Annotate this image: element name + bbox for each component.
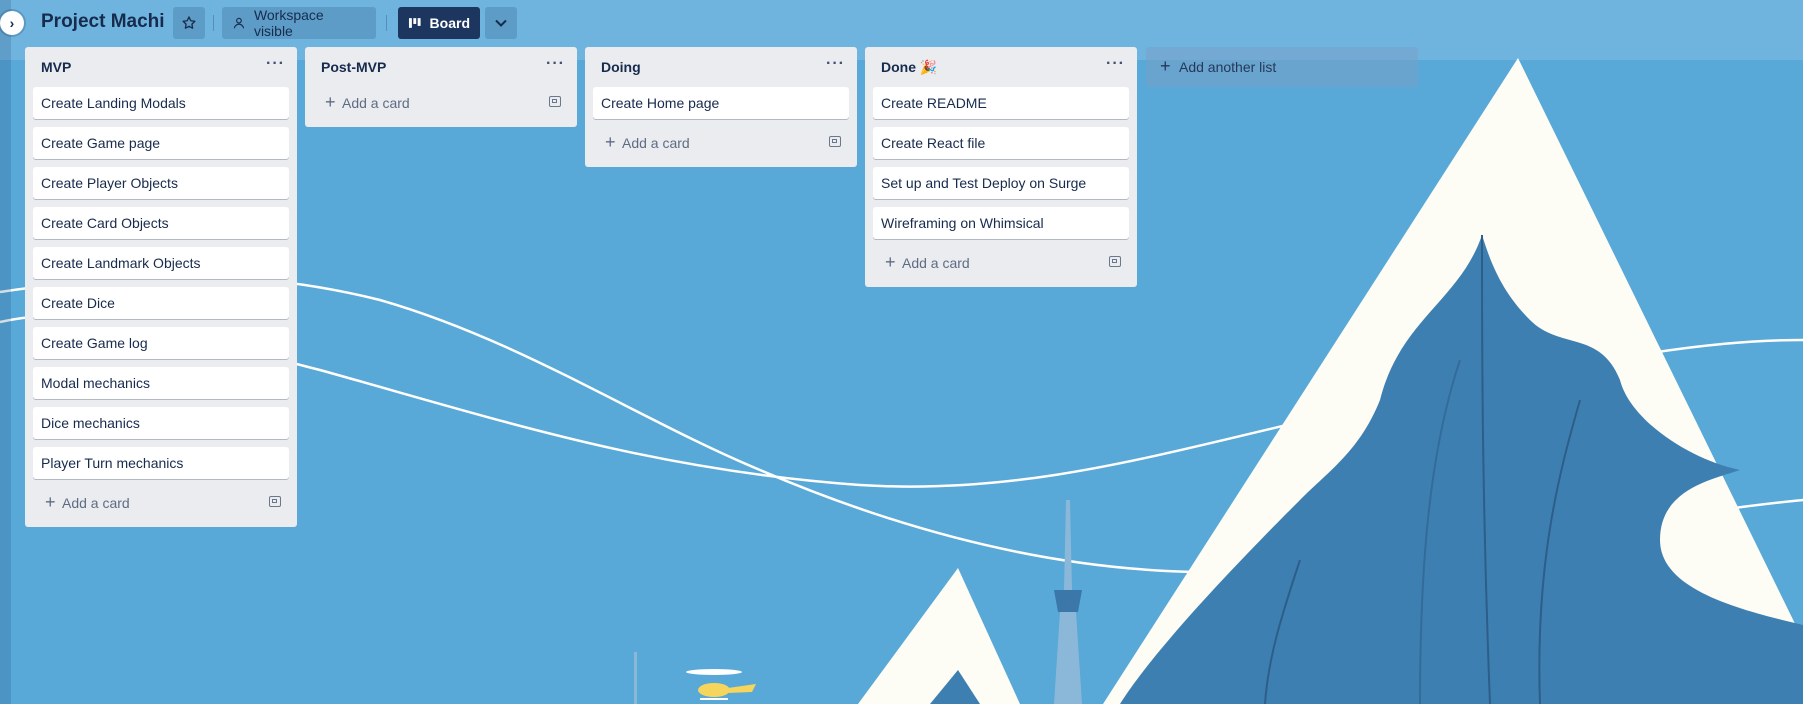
add-another-list-button[interactable]: + Add another list	[1146, 47, 1418, 87]
card[interactable]: Dice mechanics	[33, 407, 289, 439]
add-list-label: Add another list	[1179, 59, 1277, 75]
list-done: Done 🎉 ··· Create README Create React fi…	[865, 47, 1137, 287]
visibility-button[interactable]: Workspace visible	[222, 7, 376, 39]
card[interactable]: Create Home page	[593, 87, 849, 119]
card[interactable]: Create Dice	[33, 287, 289, 319]
card[interactable]: Create Player Objects	[33, 167, 289, 199]
card[interactable]: Wireframing on Whimsical	[873, 207, 1129, 239]
board-view-button[interactable]: Board	[398, 7, 480, 39]
list-title[interactable]: Doing	[601, 59, 641, 75]
card[interactable]: Modal mechanics	[33, 367, 289, 399]
list-title[interactable]: Post-MVP	[321, 59, 386, 75]
card[interactable]: Create Game log	[33, 327, 289, 359]
star-icon	[182, 16, 196, 29]
add-card-label: Add a card	[622, 135, 690, 151]
header-divider	[213, 15, 214, 31]
list-doing: Doing ··· Create Home page + Add a card	[585, 47, 857, 167]
list-menu-icon[interactable]: ···	[826, 55, 845, 73]
list-header: Done 🎉 ···	[865, 47, 1137, 87]
card[interactable]: Player Turn mechanics	[33, 447, 289, 479]
add-card-label: Add a card	[902, 255, 970, 271]
visibility-label: Workspace visible	[253, 7, 324, 39]
card-template-icon[interactable]	[1109, 256, 1121, 267]
list-header: MVP ···	[25, 47, 297, 87]
add-card-button[interactable]: + Add a card	[593, 127, 849, 159]
plus-icon: +	[45, 492, 56, 512]
list-menu-icon[interactable]: ···	[546, 55, 565, 73]
board-view-label: Board	[429, 15, 470, 31]
card[interactable]: Set up and Test Deploy on Surge	[873, 167, 1129, 199]
plus-icon: +	[605, 132, 616, 152]
sidebar-edge	[0, 0, 11, 704]
add-card-label: Add a card	[342, 95, 410, 111]
list-post-mvp: Post-MVP ··· + Add a card	[305, 47, 577, 127]
add-card-button[interactable]: + Add a card	[313, 87, 569, 119]
card-template-icon[interactable]	[269, 496, 281, 507]
add-card-button[interactable]: + Add a card	[33, 487, 289, 519]
card[interactable]: Create Landmark Objects	[33, 247, 289, 279]
card[interactable]: Create Landing Modals	[33, 87, 289, 119]
star-button[interactable]	[173, 7, 205, 39]
list-menu-icon[interactable]: ···	[266, 55, 285, 73]
workspace-visible-icon	[233, 17, 245, 29]
chevron-down-icon	[495, 19, 507, 27]
list-header: Post-MVP ···	[305, 47, 577, 87]
board-view-icon	[408, 18, 421, 28]
header-divider	[386, 15, 387, 31]
card-template-icon[interactable]	[829, 136, 841, 147]
list-header: Doing ···	[585, 47, 857, 87]
card[interactable]: Create Card Objects	[33, 207, 289, 239]
board-header: Project Machi Workspace visible Board	[0, 0, 1803, 46]
list-title[interactable]: MVP	[41, 59, 71, 75]
plus-icon: +	[325, 92, 336, 112]
card-template-icon[interactable]	[549, 96, 561, 107]
add-card-button[interactable]: + Add a card	[873, 247, 1129, 279]
card[interactable]: Create React file	[873, 127, 1129, 159]
view-switcher-button[interactable]	[485, 7, 517, 39]
card[interactable]: Create Game page	[33, 127, 289, 159]
card[interactable]: Create README	[873, 87, 1129, 119]
list-title[interactable]: Done 🎉	[881, 59, 937, 76]
list-menu-icon[interactable]: ···	[1106, 55, 1125, 73]
plus-icon: +	[1160, 56, 1171, 76]
board-title[interactable]: Project Machi	[41, 11, 165, 33]
chevron-right-icon[interactable]: ›	[0, 11, 24, 35]
plus-icon: +	[885, 252, 896, 272]
add-card-label: Add a card	[62, 495, 130, 511]
list-mvp: MVP ··· Create Landing Modals Create Gam…	[25, 47, 297, 527]
